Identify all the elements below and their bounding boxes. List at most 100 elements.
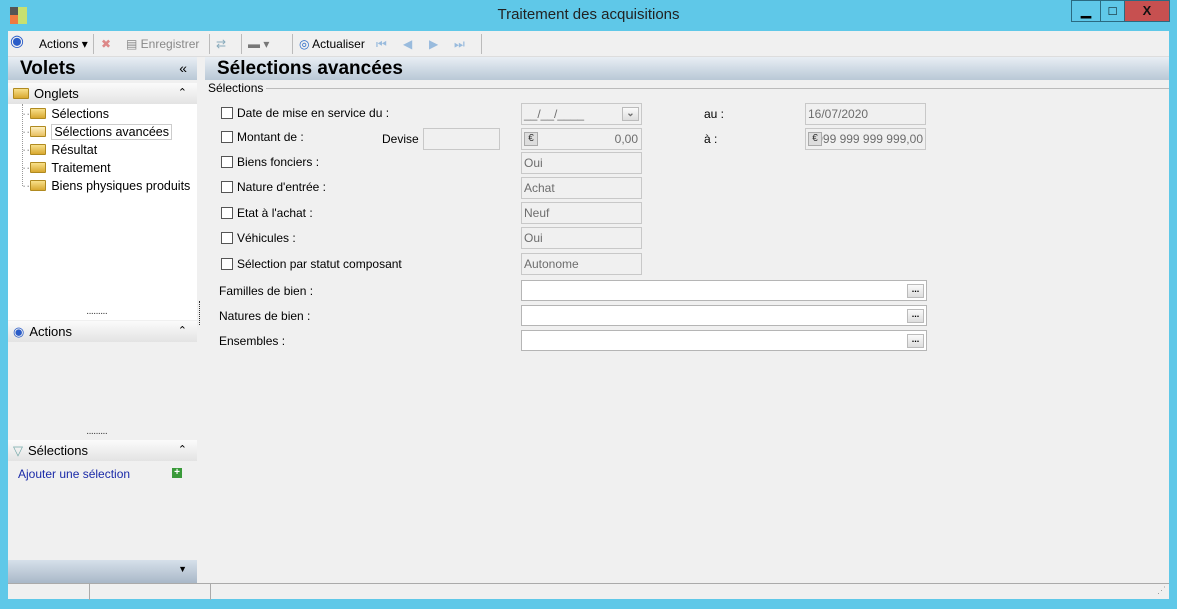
onglets-label: Onglets xyxy=(34,86,79,101)
etat-achat-label: Etat à l'achat : xyxy=(237,206,313,220)
next-icon[interactable]: ▶ xyxy=(429,35,438,53)
euro-icon: € xyxy=(808,132,822,146)
vehicules-label: Véhicules : xyxy=(237,231,296,245)
montant-checkbox[interactable] xyxy=(221,131,233,143)
vertical-splitter[interactable] xyxy=(199,301,200,325)
last-icon[interactable]: ⏭ xyxy=(454,35,465,53)
folder-icon xyxy=(30,144,47,155)
familles-field[interactable]: ... xyxy=(521,280,927,301)
app-icon xyxy=(10,7,27,24)
panel-overflow-bar[interactable]: ▼ xyxy=(8,560,197,583)
date-checkbox[interactable] xyxy=(221,107,233,119)
nature-entree-checkbox[interactable] xyxy=(221,181,233,193)
separator xyxy=(292,34,293,54)
ensembles-label: Ensembles : xyxy=(219,334,286,348)
print-icon[interactable]: ▬ ▾ xyxy=(248,35,269,53)
date-label: Date de mise en service du : xyxy=(237,106,390,120)
maximize-button[interactable]: □ xyxy=(1100,0,1125,22)
montant-to-field[interactable]: €999 999 999 999,00 xyxy=(805,128,926,150)
volets-title: Volets xyxy=(20,58,76,79)
actions-label: Actions xyxy=(39,37,79,51)
separator xyxy=(241,34,242,54)
etat-achat-field[interactable]: Neuf xyxy=(521,202,642,224)
actions-menu-button[interactable]: Actions ▾ xyxy=(39,35,88,53)
montant-to-label: à : xyxy=(704,132,718,146)
tree-item-label: Résultat xyxy=(51,143,98,157)
chevron-down-icon[interactable]: ▼ xyxy=(178,564,187,574)
tree-item-label: Sélections xyxy=(51,107,110,121)
browse-button[interactable]: ... xyxy=(907,284,924,298)
browse-button[interactable]: ... xyxy=(907,334,924,348)
splitter-grip[interactable]: ········· xyxy=(86,308,108,319)
folder-icon xyxy=(13,88,29,99)
selections-section-label: Sélections xyxy=(28,443,88,458)
montant-to-value: 999 999 999 999,00 xyxy=(816,132,923,146)
nature-entree-label: Nature d'entrée : xyxy=(237,180,327,194)
natures-label: Natures de bien : xyxy=(219,309,311,323)
collapse-panel-button[interactable]: « xyxy=(179,57,187,80)
ensembles-field[interactable]: ... xyxy=(521,330,927,351)
window-title: Traitement des acquisitions xyxy=(497,6,680,23)
statut-composant-field[interactable]: Autonome xyxy=(521,253,642,275)
toolbar: ◉ Actions ▾ ✖ ▤ Enregistrer ⇄ ▬ ▾ ◎ Actu… xyxy=(8,31,1169,57)
separator xyxy=(481,34,482,54)
familles-label: Familles de bien : xyxy=(219,284,314,298)
collapse-icon[interactable]: ⌃ xyxy=(178,321,187,342)
first-icon[interactable]: ⏮ xyxy=(376,35,387,53)
tree-item-selections[interactable]: ·· Sélections xyxy=(22,105,109,123)
montant-label: Montant de : xyxy=(237,130,304,144)
onglets-tree: ·· Sélections ·· Sélections avancées ·· Rés… xyxy=(8,104,197,320)
splitter-grip[interactable]: ········· xyxy=(86,428,108,439)
devise-field[interactable] xyxy=(423,128,500,150)
natures-field[interactable]: ... xyxy=(521,305,927,326)
tree-item-traitement[interactable]: ·· Traitement xyxy=(22,159,111,177)
selections-section-header[interactable]: ▽ Sélections ⌃ xyxy=(8,440,197,461)
add-icon[interactable]: + xyxy=(172,468,182,478)
vehicules-checkbox[interactable] xyxy=(221,232,233,244)
onglets-section-header[interactable]: Onglets ⌃ xyxy=(8,83,197,104)
volets-header: Volets « xyxy=(8,57,197,80)
resize-grip-icon[interactable]: ⋰ xyxy=(1157,585,1166,596)
previous-icon[interactable]: ◀ xyxy=(403,35,412,53)
folder-icon xyxy=(30,162,47,173)
date-from-value: __/__/____ xyxy=(524,107,585,121)
close-button[interactable]: X xyxy=(1124,0,1170,22)
date-to-field[interactable]: 16/07/2020 xyxy=(805,103,926,125)
statut-composant-checkbox[interactable] xyxy=(221,258,233,270)
filter-icon: ▽ xyxy=(13,443,23,458)
etat-achat-checkbox[interactable] xyxy=(221,207,233,219)
montant-from-value: 0,00 xyxy=(614,132,638,146)
tree-item-selections-avancees[interactable]: ·· Sélections avancées xyxy=(22,123,172,141)
save-label: Enregistrer xyxy=(140,37,200,51)
status-bar: ⋰ xyxy=(8,583,1169,600)
actions-section-header[interactable]: ◉ Actions ⌃ xyxy=(8,321,197,342)
montant-from-field[interactable]: €0,00 xyxy=(521,128,642,150)
tree-item-resultat[interactable]: ·· Résultat xyxy=(22,141,97,159)
group-title: Sélections xyxy=(208,81,267,95)
biens-fonciers-field[interactable]: Oui xyxy=(521,152,642,174)
actions-circle-icon: ◉ xyxy=(13,324,25,339)
collapse-icon[interactable]: ⌃ xyxy=(178,440,187,461)
sync-icon[interactable]: ⇄ xyxy=(216,35,226,53)
save-button[interactable]: ▤ Enregistrer xyxy=(126,35,199,53)
separator xyxy=(209,34,210,54)
browse-button[interactable]: ... xyxy=(907,309,924,323)
statut-composant-label: Sélection par statut composant xyxy=(237,257,402,271)
refresh-label: Actualiser xyxy=(312,37,365,51)
tree-item-label: Traitement xyxy=(51,161,111,175)
tree-item-label: Sélections avancées xyxy=(51,124,172,140)
nature-entree-field[interactable]: Achat xyxy=(521,177,642,199)
client-area: ◉ Actions ▾ ✖ ▤ Enregistrer ⇄ ▬ ▾ ◎ Actu… xyxy=(8,31,1169,600)
date-from-field[interactable]: __/__/____ ⌄ xyxy=(521,103,642,125)
delete-icon[interactable]: ✖ xyxy=(101,35,111,53)
tree-item-biens-physiques[interactable]: ·· Biens physiques produits xyxy=(22,177,190,195)
biens-fonciers-label: Biens fonciers : xyxy=(237,155,320,169)
minimize-button[interactable]: ▁ xyxy=(1071,0,1101,22)
biens-fonciers-checkbox[interactable] xyxy=(221,156,233,168)
chevron-down-icon[interactable]: ⌄ xyxy=(622,107,639,121)
vehicules-field[interactable]: Oui xyxy=(521,227,642,249)
refresh-button[interactable]: ◎ Actualiser xyxy=(299,35,365,53)
open-folder-icon xyxy=(30,126,47,137)
add-selection-link[interactable]: Ajouter une sélection xyxy=(18,467,130,481)
collapse-icon[interactable]: ⌃ xyxy=(178,83,187,104)
